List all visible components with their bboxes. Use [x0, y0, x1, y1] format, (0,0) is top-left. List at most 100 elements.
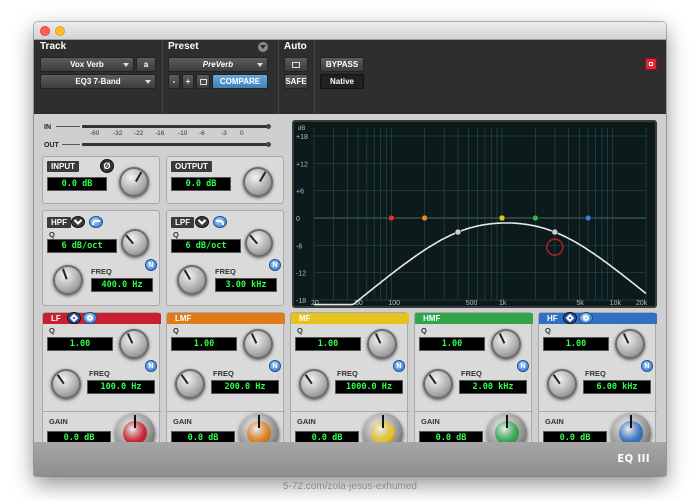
band-notch-button[interactable]: N	[517, 360, 529, 372]
minimize-window-button[interactable]	[55, 26, 65, 36]
output-gain-display[interactable]: 0.0 dB	[171, 177, 231, 191]
plugin-footer: EQ III	[34, 442, 666, 476]
band-q-display[interactable]: 1.00	[295, 337, 361, 351]
lpf-slope-knob[interactable]	[245, 229, 273, 257]
band-freq-knob[interactable]	[51, 369, 81, 399]
freq-tick-label: 20k	[636, 300, 648, 306]
band-q-knob[interactable]	[367, 329, 397, 359]
band-q-label: Q	[49, 326, 55, 335]
band-freq-knob[interactable]	[547, 369, 577, 399]
hpf-freq-knob[interactable]	[53, 265, 83, 295]
output-gain-knob[interactable]	[243, 167, 273, 197]
lowpass-icon	[216, 219, 224, 225]
band-freq-label: FREQ	[337, 369, 358, 378]
output-clip-indicator[interactable]	[266, 142, 271, 147]
chevron-down-icon	[73, 216, 83, 225]
channel-selector[interactable]: a	[136, 57, 156, 72]
band-freq-display[interactable]: 200.0 Hz	[211, 380, 279, 394]
track-selector[interactable]: Vox Verb	[40, 57, 134, 72]
hpf-notch-button[interactable]: N	[145, 259, 157, 271]
band-q-knob[interactable]	[243, 329, 273, 359]
mf-node[interactable]	[498, 214, 506, 222]
lpf-panel: LPF Q 6 dB/oct N FREQ 3.00 kHz	[166, 210, 284, 306]
db-tick-label: +18	[296, 134, 308, 141]
out-meter-label: OUT	[44, 142, 59, 149]
band-freq-knob[interactable]	[175, 369, 205, 399]
input-meter	[82, 125, 268, 128]
freq-tick-label: 500	[466, 300, 478, 306]
lpf-slope-display[interactable]: 6 dB/oct	[171, 239, 241, 253]
meter-scale-tick: -60	[90, 130, 100, 137]
band-notch-button[interactable]: N	[393, 360, 405, 372]
band-freq-display[interactable]: 6.00 kHz	[583, 380, 651, 394]
hpf-node[interactable]	[454, 228, 462, 236]
phase-invert-button[interactable]: Ø	[100, 159, 114, 173]
band-freq-display[interactable]: 100.0 Hz	[87, 380, 155, 394]
band-shape-button[interactable]	[67, 312, 81, 324]
preset-menu-icon[interactable]	[258, 42, 268, 52]
hpf-freq-display[interactable]: 400.0 Hz	[91, 278, 153, 292]
input-gain-knob[interactable]	[119, 167, 149, 197]
band-q-display[interactable]: 1.00	[171, 337, 237, 351]
hf-node[interactable]	[584, 214, 592, 222]
band-label: HMF	[423, 314, 441, 323]
band-q-display[interactable]: 1.00	[419, 337, 485, 351]
band-notch-button[interactable]: N	[641, 360, 653, 372]
band-panel-hmf: HMF Q 1.00 N FREQ 2.00 kHz GAIN 0.0 dB	[414, 312, 533, 462]
lpf-notch-button[interactable]: N	[269, 259, 281, 271]
db-tick-label: +6	[296, 189, 304, 196]
lpf-freq-display[interactable]: 3.00 kHz	[215, 278, 277, 292]
band-gain-label: GAIN	[173, 417, 192, 426]
preset-name: PreVerb	[202, 60, 234, 69]
input-gain-display[interactable]: 0.0 dB	[47, 177, 107, 191]
plugin-selector[interactable]: EQ3 7-Band	[40, 74, 156, 89]
input-clip-indicator[interactable]	[266, 124, 271, 129]
band-notch-button[interactable]: N	[269, 360, 281, 372]
lpf-shape-button[interactable]	[195, 216, 209, 228]
band-freq-display[interactable]: 1000.0 Hz	[335, 380, 403, 394]
band-gain-label: GAIN	[421, 417, 440, 426]
band-enable-button[interactable]	[83, 312, 97, 324]
band-q-knob[interactable]	[615, 329, 645, 359]
band-q-display[interactable]: 1.00	[543, 337, 609, 351]
bypass-button[interactable]: BYPASS	[320, 57, 364, 72]
band-enable-button[interactable]	[579, 312, 593, 324]
band-notch-button[interactable]: N	[145, 360, 157, 372]
n-label: N	[272, 261, 278, 269]
channel-name: a	[143, 60, 149, 69]
band-q-label: Q	[545, 326, 551, 335]
band-freq-knob[interactable]	[423, 369, 453, 399]
copy-settings-button[interactable]	[196, 74, 210, 89]
lmf-node[interactable]	[421, 214, 428, 222]
lpf-enable-button[interactable]	[213, 216, 227, 228]
close-window-button[interactable]	[40, 26, 50, 36]
band-q-knob[interactable]	[119, 329, 149, 359]
hpf-slope-knob[interactable]	[121, 229, 149, 257]
band-q-knob[interactable]	[491, 329, 521, 359]
hmf-node[interactable]	[532, 214, 539, 222]
lpf-node[interactable]	[551, 228, 559, 236]
hpf-slope-display[interactable]: 6 dB/oct	[47, 239, 117, 253]
safe-button[interactable]: SAFE	[284, 74, 308, 89]
lpf-freq-knob[interactable]	[177, 265, 207, 295]
band-q-display[interactable]: 1.00	[47, 337, 113, 351]
preset-next-button[interactable]: +	[182, 74, 194, 89]
eq-response-graph[interactable]: +18 +12 +6 0 -6 -12 -18 dB 20 50 100 500 1k 5k 10k 20k	[292, 120, 657, 308]
hpf-enable-button[interactable]	[89, 216, 103, 228]
chevron-down-icon	[197, 216, 207, 225]
record-icon[interactable]	[645, 58, 657, 70]
automation-button[interactable]	[284, 57, 308, 72]
band-freq-knob[interactable]	[299, 369, 329, 399]
hpf-shape-button[interactable]	[71, 216, 85, 228]
band-freq-display[interactable]: 2.00 kHz	[459, 380, 527, 394]
meter-scale-tick: -6	[199, 130, 205, 137]
band-shape-button[interactable]	[563, 312, 577, 324]
output-meter	[82, 143, 268, 146]
image-caption: 5-72.com/zola-jesus-exhumed	[283, 481, 417, 492]
preset-prev-button[interactable]: -	[168, 74, 180, 89]
compare-button[interactable]: COMPARE	[212, 74, 268, 89]
preset-selector[interactable]: PreVerb	[168, 57, 268, 72]
lf-node[interactable]	[388, 214, 395, 222]
highpass-icon	[92, 219, 100, 225]
band-freq-label: FREQ	[585, 369, 606, 378]
